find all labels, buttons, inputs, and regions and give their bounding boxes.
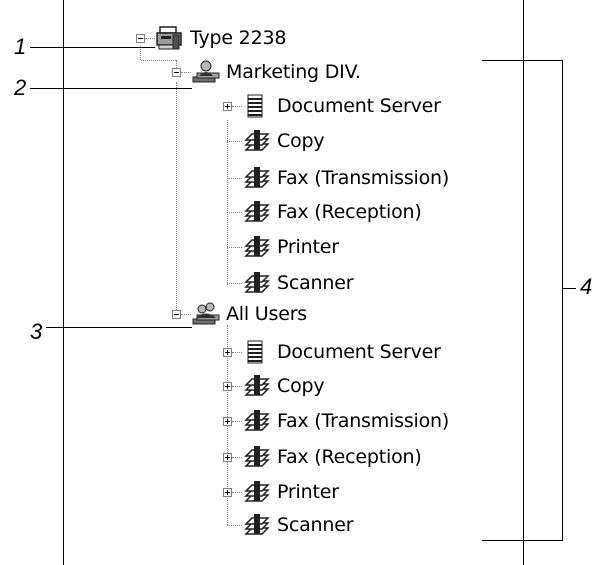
tree-node-group-all-users[interactable]: All Users <box>191 300 307 328</box>
printer-device-icon <box>156 26 182 50</box>
tree-node-document-server[interactable]: Document Server <box>242 92 441 120</box>
tree-line <box>227 141 242 142</box>
tree-node-root[interactable]: Type 2238 <box>155 24 286 52</box>
tree-node-label: Fax (Transmission) <box>277 410 450 432</box>
function-stack-icon <box>244 410 270 431</box>
callout-leader-3 <box>46 327 192 328</box>
tree-node-label: Document Server <box>277 341 441 363</box>
tree-node-label: Printer <box>277 236 339 258</box>
tree-node-label: Scanner <box>277 272 354 294</box>
panel-left-border <box>63 0 64 565</box>
tree-line <box>227 120 228 285</box>
expand-toggle-printer-2[interactable] <box>223 488 232 497</box>
expand-toggle-copy-2[interactable] <box>223 382 232 391</box>
tree-line <box>176 82 177 314</box>
callout-number-1: 1 <box>14 34 27 59</box>
function-stack-icon <box>244 167 270 188</box>
user-group-icon <box>192 60 220 83</box>
tree-node-label: Copy <box>277 130 325 152</box>
tree-node-label: All Users <box>226 303 308 325</box>
tree-node-label: Fax (Reception) <box>277 446 422 468</box>
tree-node-fax-transmission[interactable]: Fax (Transmission) <box>242 407 449 435</box>
tree-line <box>227 212 242 213</box>
tree-node-fax-reception[interactable]: Fax (Reception) <box>242 443 422 471</box>
tree-line <box>140 46 141 60</box>
callout-number-4: 4 <box>580 274 593 299</box>
function-stack-icon <box>244 130 270 151</box>
tree-node-copy[interactable]: Copy <box>242 372 325 400</box>
function-stack-icon <box>244 272 270 293</box>
tree-line <box>227 525 242 526</box>
tree-node-label: Marketing DIV. <box>226 61 361 83</box>
tree-node-label: Copy <box>277 375 325 397</box>
expand-toggle-fax-transmission-2[interactable] <box>223 417 232 426</box>
tree-node-document-server[interactable]: Document Server <box>242 338 441 366</box>
tree-line <box>232 457 242 458</box>
tree-node-label: Scanner <box>277 514 354 536</box>
tree-node-label: Type 2238 <box>190 27 287 49</box>
callout-number-2: 2 <box>14 75 27 100</box>
callout-leader-2 <box>30 88 192 89</box>
callout-leader-4 <box>562 288 576 289</box>
expand-toggle-fax-reception-2[interactable] <box>223 453 232 462</box>
function-stack-icon <box>244 201 270 222</box>
tree-node-label: Printer <box>277 481 339 503</box>
tree-line <box>227 178 242 179</box>
document-stack-icon <box>247 94 263 118</box>
function-stack-icon <box>244 481 270 502</box>
tree-line <box>232 352 242 353</box>
function-stack-icon <box>244 514 270 535</box>
tree-line <box>141 60 176 61</box>
tree-node-label: Document Server <box>277 95 441 117</box>
collapse-toggle-group-2[interactable] <box>172 310 181 319</box>
expand-toggle-document-server[interactable] <box>223 102 232 111</box>
tree-node-scanner[interactable]: Scanner <box>242 511 354 539</box>
tree-node-copy[interactable]: Copy <box>242 127 325 155</box>
tree-line <box>181 72 191 73</box>
tree-line <box>232 386 242 387</box>
tree-line <box>227 247 242 248</box>
document-stack-icon <box>247 340 263 364</box>
tree-line <box>232 492 242 493</box>
collapse-toggle-root[interactable] <box>136 34 145 43</box>
tree-node-fax-transmission[interactable]: Fax (Transmission) <box>242 164 449 192</box>
tree-node-label: Fax (Transmission) <box>277 167 450 189</box>
tree-line <box>181 314 191 315</box>
callout-bracket-4 <box>482 60 563 541</box>
collapse-toggle-group-1[interactable] <box>172 68 181 77</box>
function-stack-icon <box>244 236 270 257</box>
function-stack-icon <box>244 446 270 467</box>
callout-leader-1 <box>30 47 155 48</box>
tree-node-label: Fax (Reception) <box>277 201 422 223</box>
tree-line <box>232 421 242 422</box>
tree-node-printer[interactable]: Printer <box>242 478 339 506</box>
tree-node-printer[interactable]: Printer <box>242 233 339 261</box>
function-stack-icon <box>244 375 270 396</box>
tree-line <box>227 283 242 284</box>
callout-number-3: 3 <box>30 319 43 344</box>
tree-node-fax-reception[interactable]: Fax (Reception) <box>242 198 422 226</box>
tree-line <box>145 38 155 39</box>
expand-toggle-document-server-2[interactable] <box>223 348 232 357</box>
tree-node-group-marketing[interactable]: Marketing DIV. <box>191 58 361 86</box>
tree-line <box>232 106 242 107</box>
user-group-icon <box>192 302 220 325</box>
tree-node-scanner[interactable]: Scanner <box>242 269 354 297</box>
